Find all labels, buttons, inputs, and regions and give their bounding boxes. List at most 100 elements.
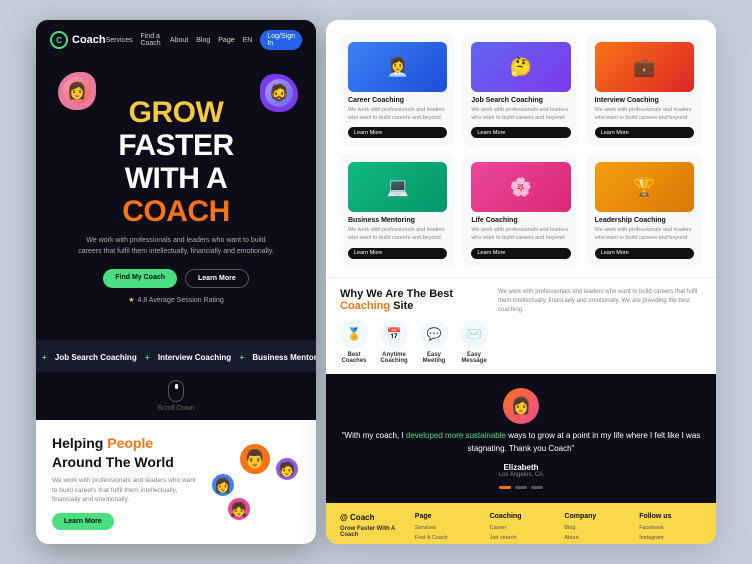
- card-btn-1[interactable]: Learn More: [471, 127, 570, 138]
- nav-blog[interactable]: Blog: [196, 37, 210, 44]
- ticker-dot: +: [42, 353, 47, 362]
- footer-col-title-2: Company: [564, 513, 627, 520]
- card-title-2: Interview Coaching: [595, 97, 694, 104]
- learn-more-button[interactable]: Learn More: [185, 269, 249, 288]
- footer-item-1-1: Job search: [490, 534, 553, 544]
- ticker-dot-3: +: [239, 353, 244, 362]
- card-btn-5[interactable]: Learn More: [595, 248, 694, 259]
- left-panel: C Coach Services Find a Coach About Blog…: [36, 20, 316, 544]
- card-btn-3[interactable]: Learn More: [348, 248, 447, 259]
- footer-col-0: PageServicesFind A CoachAboutBlogLeaders…: [415, 513, 478, 544]
- helping-avatar-3: 👧: [226, 496, 252, 522]
- avatar-face-tr: 🧔: [265, 79, 293, 107]
- nav-services[interactable]: Services: [106, 37, 133, 44]
- nav-find-coach[interactable]: Find a Coach: [140, 33, 161, 47]
- card-title-0: Career Coaching: [348, 97, 447, 104]
- feature-label-0: Best Coaches: [340, 352, 368, 364]
- coaching-card-0: 👩‍💼 Career Coaching We work with profess…: [340, 34, 455, 146]
- login-button[interactable]: Log/Sign In: [260, 30, 302, 50]
- helping-left: Helping People Around The World We work …: [52, 434, 200, 530]
- testimonial-author: Elizabeth Los Angeles, CA: [340, 463, 702, 478]
- feature-label-3: Easy Message: [460, 352, 488, 364]
- card-desc-1: We work with professionals and leaders w…: [471, 107, 570, 122]
- card-person-emoji-1: 🤔: [471, 42, 570, 92]
- ticker-item-1: Job Search Coaching: [55, 353, 137, 362]
- card-image-4: 🌸: [471, 162, 570, 212]
- coaching-card-1: 🤔 Job Search Coaching We work with profe…: [463, 34, 578, 146]
- find-coach-button[interactable]: Find My Coach: [103, 269, 177, 288]
- avatar-top-right: 🧔: [260, 74, 298, 112]
- nav-about[interactable]: About: [170, 37, 188, 44]
- nav-page[interactable]: Page: [218, 37, 234, 44]
- footer-item-2-0: Blog: [564, 524, 627, 534]
- footer-col-1: CoachingCareerJob searchInterviewLifePre…: [490, 513, 553, 544]
- hero-subtitle: We work with professionals and leaders w…: [76, 236, 276, 257]
- footer-item-3-0: Facebook: [639, 524, 702, 534]
- footer-brand-col: @ Coach Grow Faster With A Coach Find A …: [340, 513, 403, 544]
- scroll-icon: [168, 380, 184, 402]
- helping-avatar-2: 👩: [210, 472, 236, 498]
- helping-learn-more-button[interactable]: Learn More: [52, 513, 114, 530]
- card-person-emoji-0: 👩‍💼: [348, 42, 447, 92]
- ticker-item-3: Business Mentoring: [252, 353, 316, 362]
- testimonial-quote: "With my coach, I developed more sustain…: [340, 430, 702, 456]
- feature-label-1: Anytime Coaching: [380, 352, 408, 364]
- feature-icon-0: 🏅: [340, 320, 368, 348]
- dot-1[interactable]: [499, 486, 511, 489]
- card-title-5: Leadership Coaching: [595, 217, 694, 224]
- feature-icon-2: 💬: [420, 320, 448, 348]
- author-location: Los Angeles, CA: [340, 472, 702, 478]
- helping-subtitle: We work with professionals and leaders w…: [52, 476, 200, 505]
- ticker-text: + Job Search Coaching + Interview Coachi…: [36, 353, 316, 362]
- scroll-dot: [175, 384, 178, 389]
- why-left: Why We Are The Best Coaching Site 🏅 Best…: [340, 288, 488, 364]
- logo[interactable]: C Coach: [50, 31, 106, 49]
- card-btn-0[interactable]: Learn More: [348, 127, 447, 138]
- ticker-item-2: Interview Coaching: [158, 353, 231, 362]
- card-title-4: Life Coaching: [471, 217, 570, 224]
- footer-item-1-0: Career: [490, 524, 553, 534]
- dot-3[interactable]: [531, 486, 543, 489]
- card-person-emoji-2: 💼: [595, 42, 694, 92]
- testimonial-avatar: 👩: [503, 388, 539, 424]
- footer-item-2-1: About: [564, 534, 627, 544]
- navbar: C Coach Services Find a Coach About Blog…: [36, 20, 316, 60]
- card-image-3: 💻: [348, 162, 447, 212]
- footer-brand: @ Coach: [340, 513, 403, 522]
- language-selector[interactable]: EN: [243, 37, 253, 44]
- coaching-card-4: 🌸 Life Coaching We work with professiona…: [463, 154, 578, 266]
- coaching-grid: 👩‍💼 Career Coaching We work with profess…: [340, 34, 702, 267]
- avatar-face-tl: 👩: [63, 77, 91, 105]
- feature-label-2: Easy Meeting: [420, 352, 448, 364]
- feature-icon-3: ✉️: [460, 320, 488, 348]
- footer-col-3: Follow usFacebookInstagramTwitterLinkedI…: [639, 513, 702, 544]
- footer-col-title-0: Page: [415, 513, 478, 520]
- coaching-cards-section: 👩‍💼 Career Coaching We work with profess…: [326, 20, 716, 277]
- card-title-3: Business Mentoring: [348, 217, 447, 224]
- card-image-5: 🏆: [595, 162, 694, 212]
- feature-icon-1: 📅: [380, 320, 408, 348]
- card-desc-3: We work with professionals and leaders w…: [348, 227, 447, 242]
- dot-2[interactable]: [515, 486, 527, 489]
- why-feature-0: 🏅 Best Coaches: [340, 320, 368, 364]
- helping-avatars: 👨 👩 👧 🧑: [210, 442, 300, 522]
- card-desc-4: We work with professionals and leaders w…: [471, 227, 570, 242]
- footer-section: @ Coach Grow Faster With A Coach Find A …: [326, 503, 716, 544]
- card-btn-4[interactable]: Learn More: [471, 248, 570, 259]
- avatar-top-left: 👩: [58, 72, 96, 110]
- coaching-card-2: 💼 Interview Coaching We work with profes…: [587, 34, 702, 146]
- card-desc-5: We work with professionals and leaders w…: [595, 227, 694, 242]
- why-feature-2: 💬 Easy Meeting: [420, 320, 448, 364]
- why-features: 🏅 Best Coaches 📅 Anytime Coaching 💬 Easy…: [340, 320, 488, 364]
- card-desc-2: We work with professionals and leaders w…: [595, 107, 694, 122]
- card-person-emoji-4: 🌸: [471, 162, 570, 212]
- footer-col-title-1: Coaching: [490, 513, 553, 520]
- footer-item-3-1: Instagram: [639, 534, 702, 544]
- footer-item-0-0: Services: [415, 524, 478, 534]
- ticker-band: + Job Search Coaching + Interview Coachi…: [36, 340, 316, 372]
- card-person-emoji-3: 💻: [348, 162, 447, 212]
- why-title: Why We Are The Best Coaching Site: [340, 288, 488, 312]
- card-btn-2[interactable]: Learn More: [595, 127, 694, 138]
- why-layout: Why We Are The Best Coaching Site 🏅 Best…: [340, 288, 702, 364]
- footer-col-title-3: Follow us: [639, 513, 702, 520]
